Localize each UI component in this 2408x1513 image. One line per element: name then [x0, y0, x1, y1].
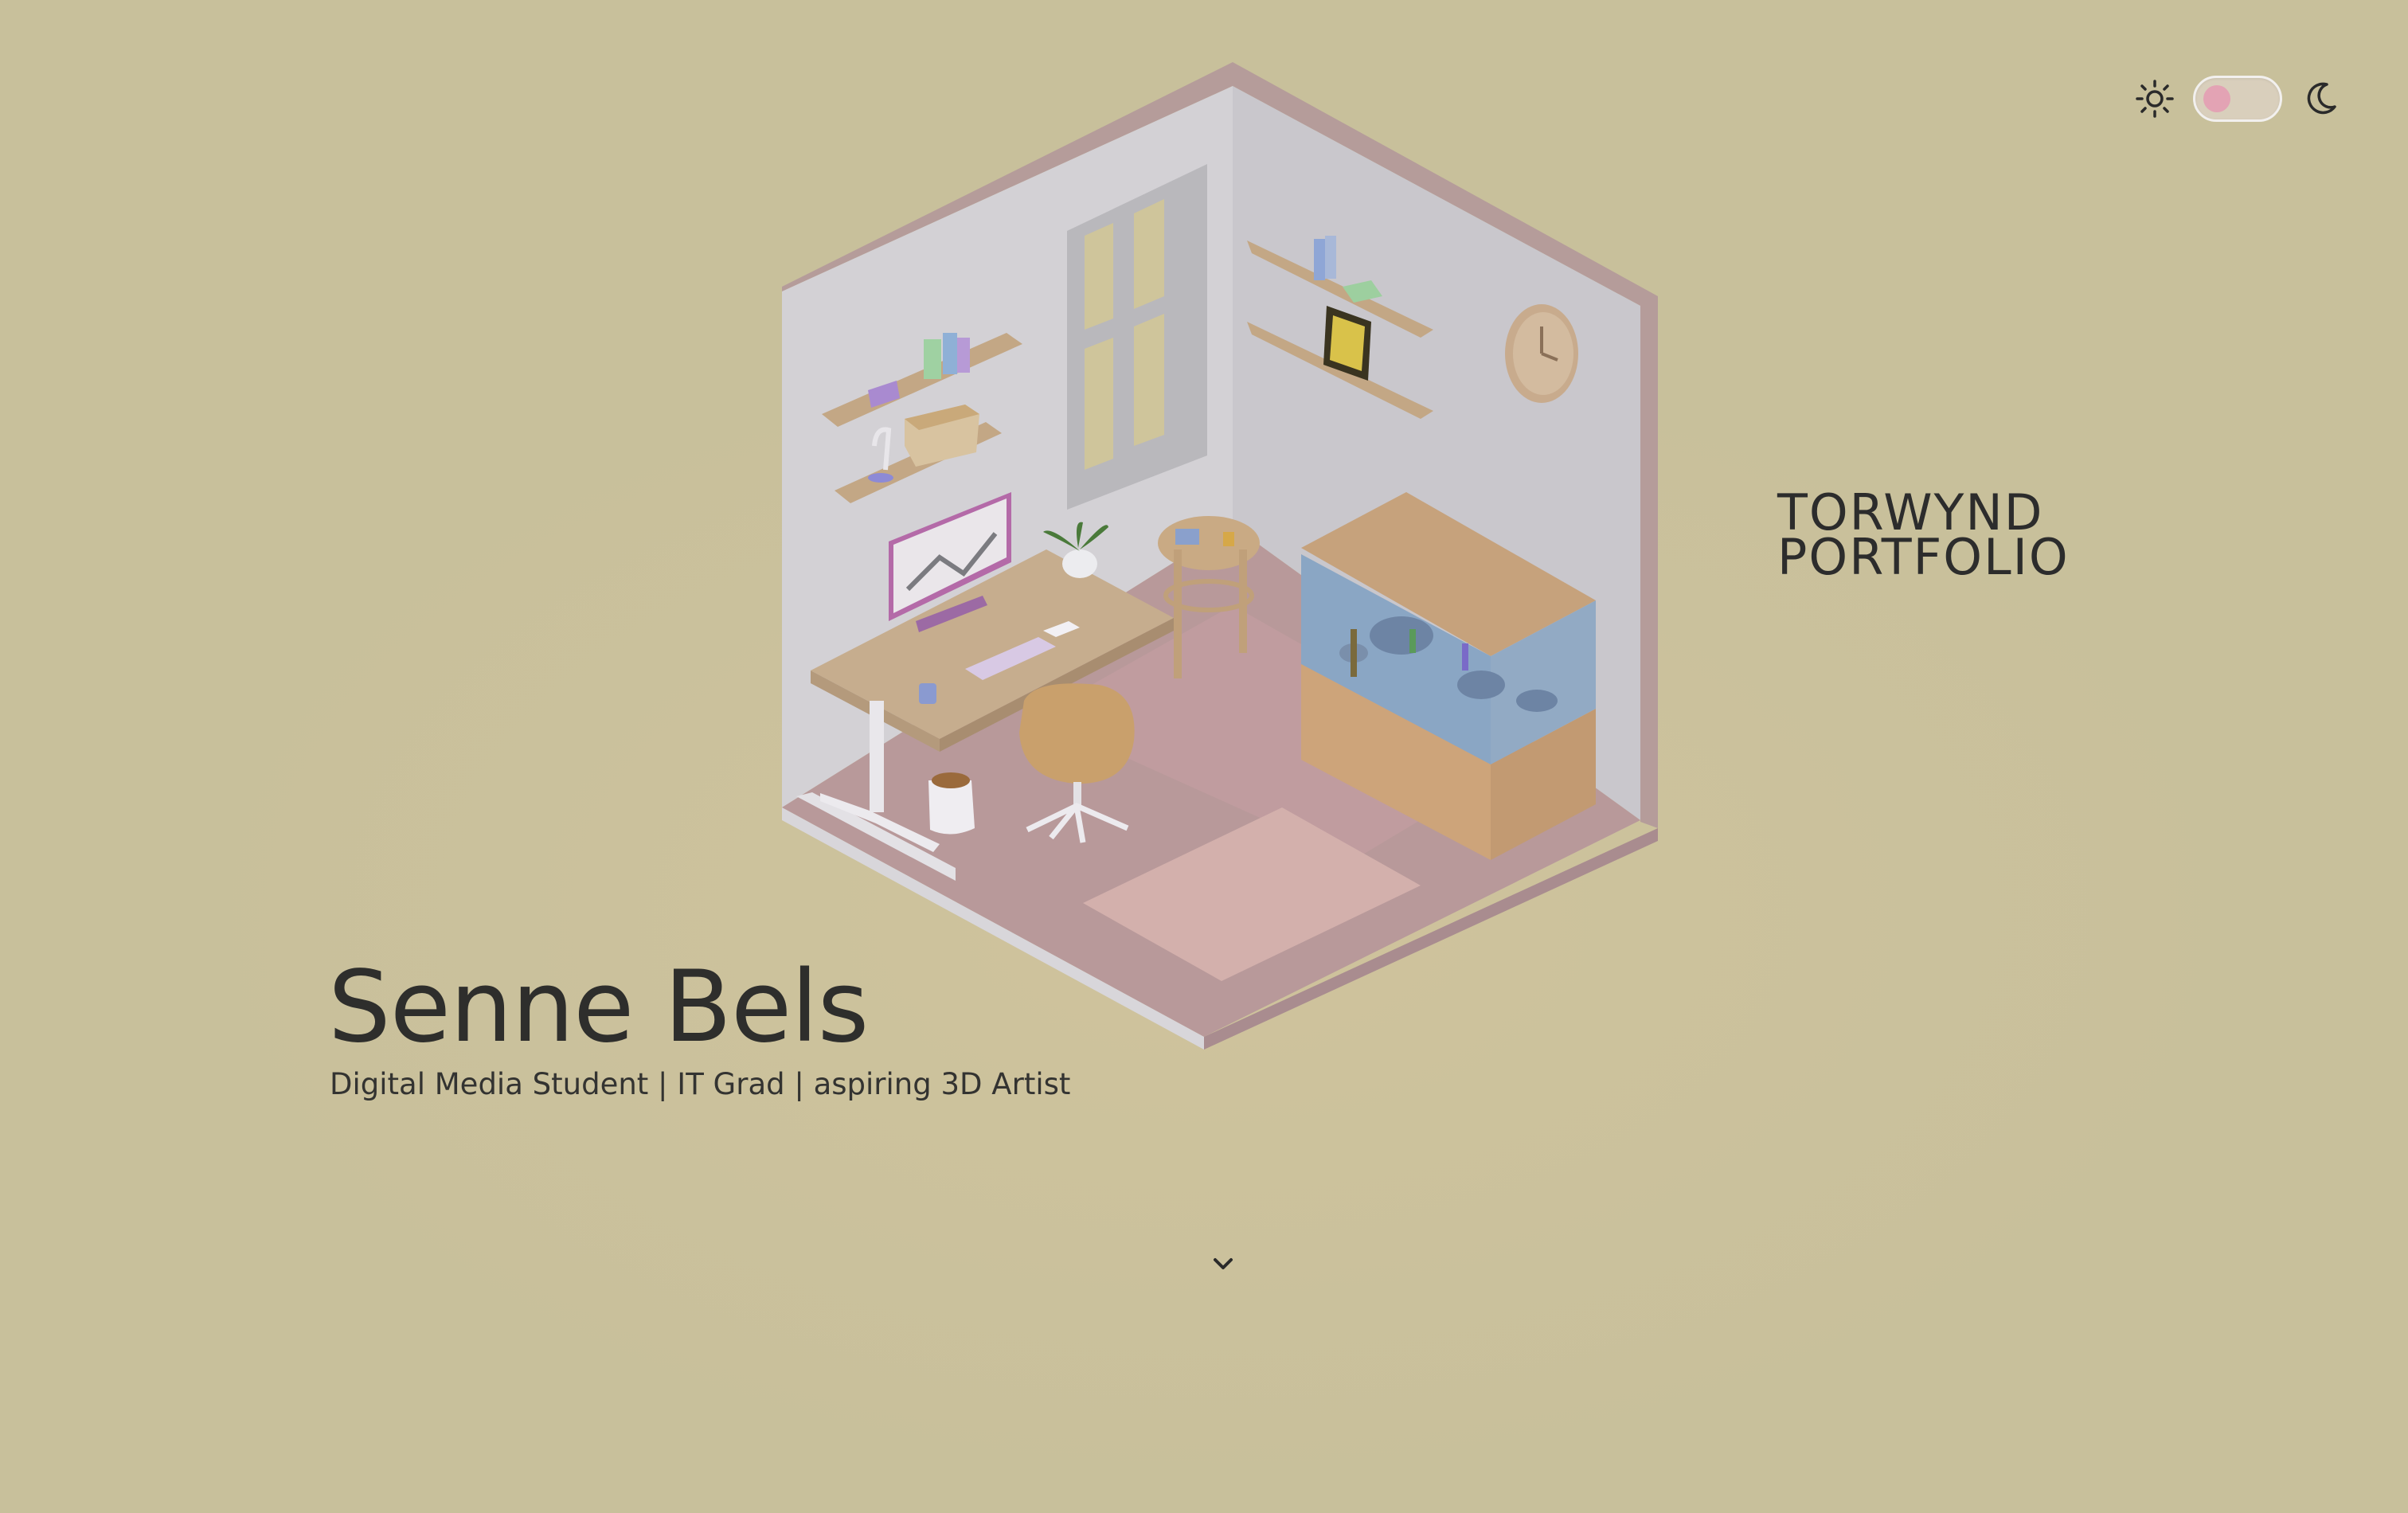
moon-icon[interactable] [2300, 78, 2341, 119]
waste-bin [928, 780, 975, 835]
theme-switch-knob[interactable] [2203, 85, 2230, 112]
window-pane [1085, 223, 1113, 330]
chevron-down-icon[interactable] [1209, 1252, 1237, 1276]
theme-switch[interactable] [2193, 76, 2282, 122]
room-illustration [782, 62, 1658, 1050]
theme-toggle[interactable] [2134, 67, 2341, 131]
desk-chair [1019, 683, 1135, 784]
hero-name: Senne Bels [328, 950, 869, 1065]
sun-icon[interactable] [2134, 78, 2175, 119]
portfolio-brand-title: TORWYND PORTFOLIO [1777, 483, 2070, 586]
hero-tagline: Digital Media Student | IT Grad | aspiri… [330, 1067, 1071, 1101]
